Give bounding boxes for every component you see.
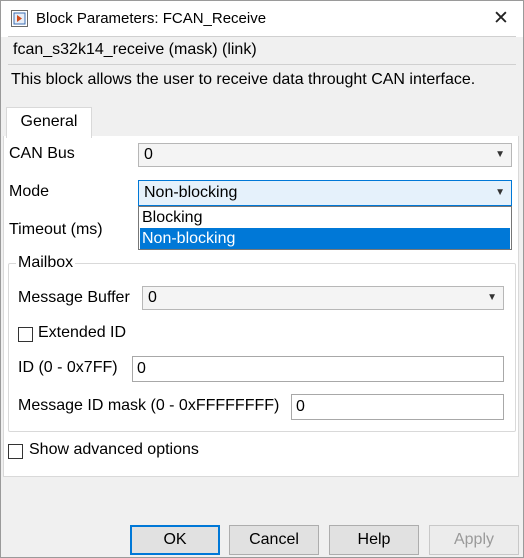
id-input[interactable]: 0: [132, 356, 504, 382]
message-buffer-value: 0: [148, 289, 157, 306]
chevron-down-icon: ▼: [495, 187, 505, 198]
extended-id-label: Extended ID: [38, 324, 127, 341]
mode-select[interactable]: Non-blocking ▼: [138, 180, 512, 206]
mailbox-legend: Mailbox: [16, 254, 76, 272]
apply-button[interactable]: Apply: [429, 525, 519, 555]
mode-value: Non-blocking: [144, 184, 238, 201]
show-advanced-label: Show advanced options: [29, 441, 199, 458]
can-bus-select[interactable]: 0 ▼: [138, 143, 512, 167]
message-buffer-label: Message Buffer: [18, 289, 130, 306]
mode-option-blocking[interactable]: Blocking: [140, 207, 510, 228]
mode-dropdown-list: Blocking Non-blocking: [138, 206, 512, 250]
message-buffer-select[interactable]: 0 ▼: [142, 286, 504, 310]
extended-id-checkbox[interactable]: [18, 327, 33, 342]
ok-button[interactable]: OK: [130, 525, 220, 555]
close-icon[interactable]: ✕: [481, 3, 521, 35]
title-divider: [8, 36, 516, 37]
chevron-down-icon: ▼: [495, 149, 505, 160]
timeout-label: Timeout (ms): [9, 221, 103, 238]
cancel-button[interactable]: Cancel: [229, 525, 319, 555]
help-button[interactable]: Help: [329, 525, 419, 555]
show-advanced-checkbox[interactable]: [8, 444, 23, 459]
can-bus-value: 0: [144, 146, 153, 163]
id-mask-input[interactable]: 0: [291, 394, 504, 420]
id-label: ID (0 - 0x7FF): [18, 359, 118, 376]
id-mask-label: Message ID mask (0 - 0xFFFFFFFF): [18, 397, 280, 414]
title-bar[interactable]: Block Parameters: FCAN_Receive ✕: [1, 1, 523, 37]
mode-option-non-blocking[interactable]: Non-blocking: [140, 228, 510, 249]
header-divider: [8, 64, 516, 65]
simulink-block-icon: [11, 10, 28, 27]
chevron-down-icon: ▼: [487, 292, 497, 303]
tab-general[interactable]: General: [6, 107, 92, 138]
can-bus-label: CAN Bus: [9, 145, 75, 162]
mode-label: Mode: [9, 183, 50, 200]
block-description: This block allows the user to receive da…: [11, 71, 476, 88]
mask-name: fcan_s32k14_receive (mask) (link): [13, 41, 257, 58]
window-title: Block Parameters: FCAN_Receive: [36, 10, 267, 27]
